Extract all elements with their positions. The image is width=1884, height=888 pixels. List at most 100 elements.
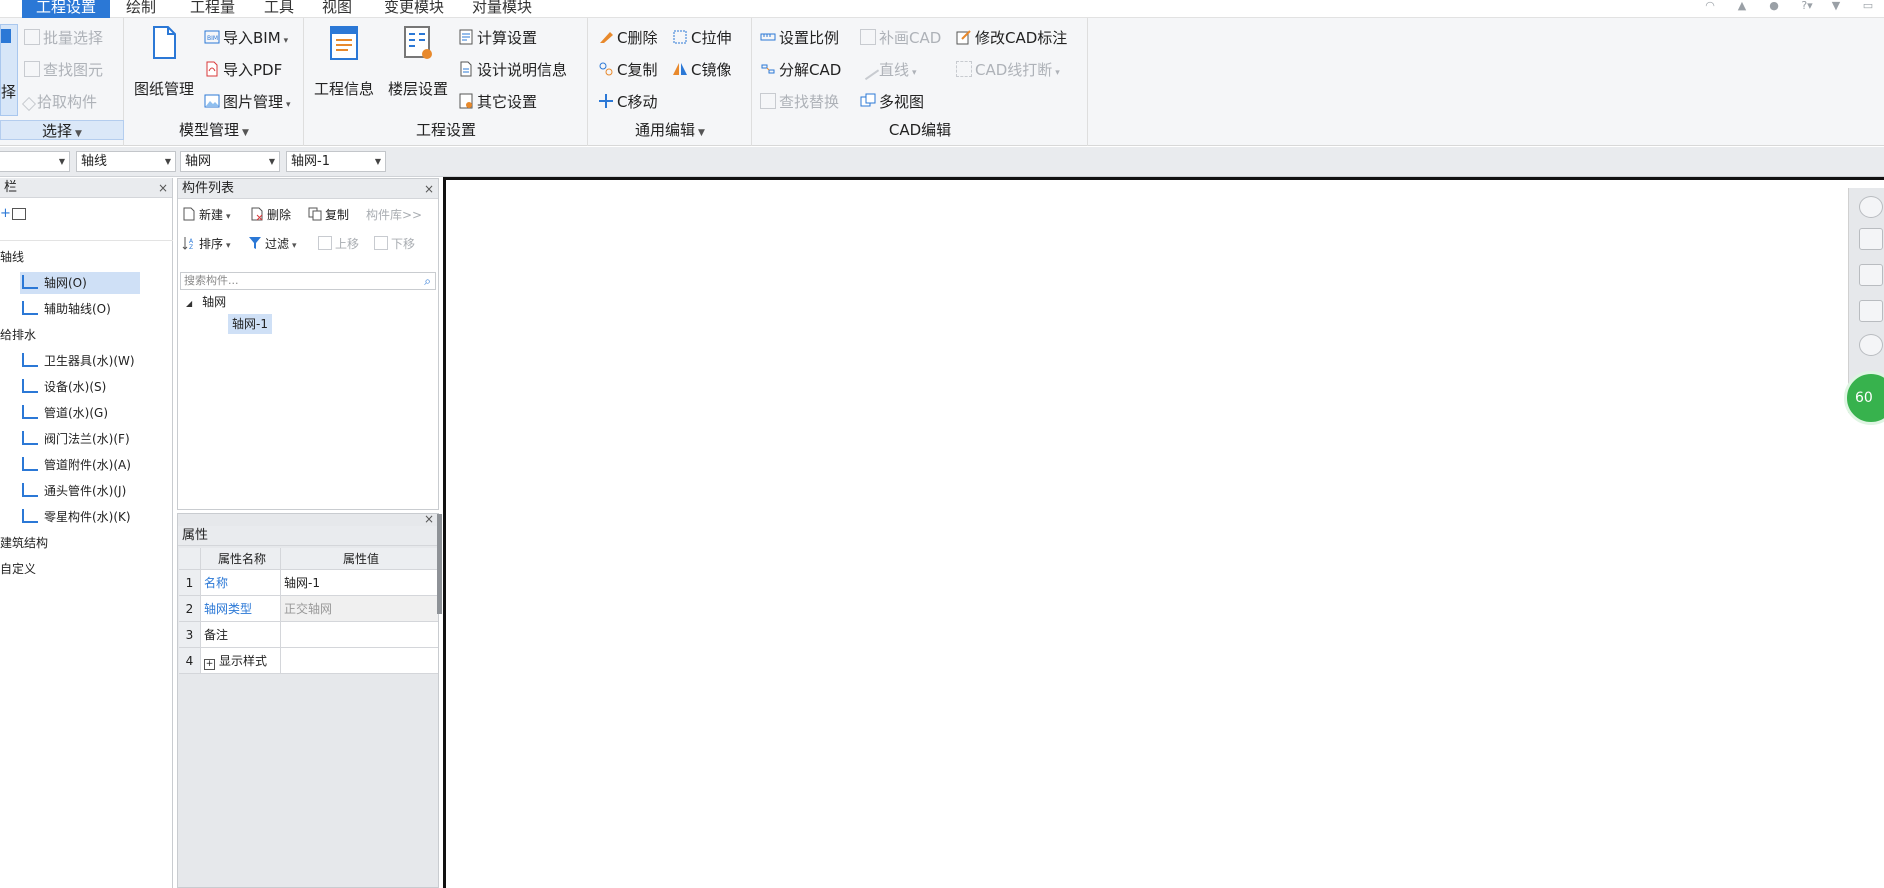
close-icon[interactable]: × [424,512,434,526]
copy-component-button[interactable]: 复制 [308,204,349,226]
property-row[interactable]: 4 + 显示样式 [179,648,438,674]
nav-category[interactable]: 轴线 [0,246,24,268]
component-library-button[interactable]: 构件库>> [366,204,422,226]
explode-cad-button[interactable]: 分解CAD [760,59,841,81]
delete-component-button[interactable]: 删除 [250,204,291,226]
cad-break-button[interactable]: CAD线打断 ▾ [956,59,1060,81]
bell-icon[interactable]: ▲ [1734,0,1750,12]
drawing-canvas[interactable] [443,177,1884,888]
tab-draw[interactable]: 绘制 [124,0,158,18]
model-group-label[interactable]: 模型管理 ▼ [124,120,304,140]
component-combo[interactable]: 轴网-1 ▼ [286,151,386,172]
combo-toolbar: ▼ 轴线 ▼ 轴网 ▼ 轴网-1 ▼ [0,147,1884,177]
move-up-button[interactable]: 上移 [318,233,359,255]
nav-item[interactable]: 阀门法兰(水)(F) [20,428,140,450]
nav-category[interactable]: 自定义 [0,558,36,580]
cube-view-icon[interactable] [1859,300,1883,322]
nav-item[interactable]: 通头管件(水)(J) [20,480,140,502]
copy-button[interactable]: C复制 [598,59,657,81]
floor-settings-button[interactable]: 楼层设置 [386,24,450,116]
nav-item[interactable]: 管道附件(水)(A) [20,454,140,476]
property-value[interactable] [281,622,438,647]
close-icon[interactable]: × [424,179,434,199]
component-search-input[interactable]: 搜索构件... ⌕ [180,272,436,290]
modify-cad-label-button[interactable]: 修改CAD标注 [956,27,1067,49]
line-button[interactable]: 直线 ▾ [856,57,917,81]
category-combo[interactable]: ▼ [0,151,70,172]
batch-select-button[interactable]: 批量选择 [24,27,103,49]
3d-view-icon[interactable] [1859,228,1883,250]
image-manage-button[interactable]: 图片管理 ▾ [204,91,291,113]
drawing-manage-button[interactable]: 图纸管理 [134,24,194,116]
sort-button[interactable]: A Z 排序 ▾ [182,233,231,255]
type-combo[interactable]: 轴线 ▼ [76,151,176,172]
move-down-button[interactable]: 下移 [374,233,415,255]
find-element-button[interactable]: 查找图元 [24,59,103,81]
select-group-label[interactable]: 选择 ▼ [0,120,124,140]
property-value[interactable]: 轴网-1 [281,570,438,595]
filter-button[interactable]: 过滤 ▾ [248,233,297,255]
tab-compare-module[interactable]: 对量模块 [470,0,534,18]
project-info-button[interactable]: 工程信息 [312,24,376,116]
front-view-icon[interactable] [1859,264,1883,286]
copy-icon [599,62,613,76]
chat-icon[interactable]: ● [1766,0,1782,12]
nav-item[interactable]: 管道(水)(G) [20,402,140,424]
panel-splitter[interactable] [437,514,442,614]
subtype-combo[interactable]: 轴网 ▼ [180,151,280,172]
window-icon[interactable]: ▭ [1860,0,1876,12]
add-icon[interactable]: + [0,206,11,221]
property-row[interactable]: 1 名称 轴网-1 [179,570,438,596]
rotate-icon[interactable] [1859,334,1883,356]
property-row[interactable]: 3 备注 [179,622,438,648]
property-value[interactable] [281,648,438,673]
headset-icon[interactable]: ◠ [1702,0,1718,12]
help-icon[interactable]: ?▾ [1796,0,1818,12]
design-notes-button[interactable]: 设计说明信息 [458,59,567,81]
find-replace-button[interactable]: 查找替换 [760,91,839,113]
orbit-icon[interactable] [1859,196,1883,218]
stretch-button[interactable]: C拉伸 [672,27,731,49]
tab-view[interactable]: 视图 [320,0,354,18]
search-icon[interactable]: ⌕ [424,273,431,289]
close-icon[interactable]: × [158,178,168,198]
nav-category[interactable]: 建筑结构 [0,532,48,554]
new-button[interactable]: 新建 ▾ [182,204,231,226]
tab-change-module[interactable]: 变更模块 [382,0,446,18]
select-big-button[interactable]: 择 [0,24,18,116]
edit-group-label[interactable]: 通用编辑 ▼ [588,120,752,140]
set-scale-button[interactable]: 设置比例 [760,27,839,49]
shirt-icon[interactable]: ▼ [1828,0,1844,12]
nav-item[interactable]: 辅助轴线(O) [20,298,140,320]
import-bim-button[interactable]: BIM 导入BIM ▾ [204,27,288,49]
nav-item[interactable]: 卫生器具(水)(W) [20,350,140,372]
multi-view-button[interactable]: 多视图 [860,91,924,113]
svg-text:Z: Z [189,244,193,250]
expand-plus-icon[interactable]: + [204,659,215,670]
tree-item-selected[interactable]: 轴网-1 [228,314,272,334]
calc-settings-button[interactable]: 计算设置 [458,27,537,49]
nav-label: 建筑结构 [0,536,49,550]
property-value: 正交轴网 [281,596,438,621]
nav-item[interactable]: 设备(水)(S) [20,376,140,398]
pick-component-button[interactable]: 拾取构件 [21,91,97,113]
sort-label: 排序 [199,237,224,251]
mirror-button[interactable]: C镜像 [672,59,731,81]
tab-project-settings[interactable]: 工程设置 [22,0,110,18]
eraser-icon [600,32,613,43]
expand-triangle-icon[interactable]: ◢ [186,299,192,308]
property-name-expandable[interactable]: + 显示样式 [201,648,281,673]
delete-button[interactable]: C删除 [598,27,657,49]
tab-tools[interactable]: 工具 [262,0,296,18]
tab-quantity[interactable]: 工程量 [188,0,237,18]
other-settings-button[interactable]: 其它设置 [458,91,537,113]
edit-icon[interactable] [12,208,26,220]
nav-item[interactable]: 轴网(O) [20,272,140,294]
draw-cad-button[interactable]: 补画CAD [860,27,941,49]
move-button[interactable]: C移动 [598,91,657,113]
tree-root[interactable]: ◢ 轴网 [186,292,226,312]
nav-item[interactable]: 零星构件(水)(K) [20,506,140,528]
property-row[interactable]: 2 轴网类型 正交轴网 [179,596,438,622]
nav-category[interactable]: 给排水 [0,324,36,346]
import-pdf-button[interactable]: 导入PDF [204,59,282,81]
